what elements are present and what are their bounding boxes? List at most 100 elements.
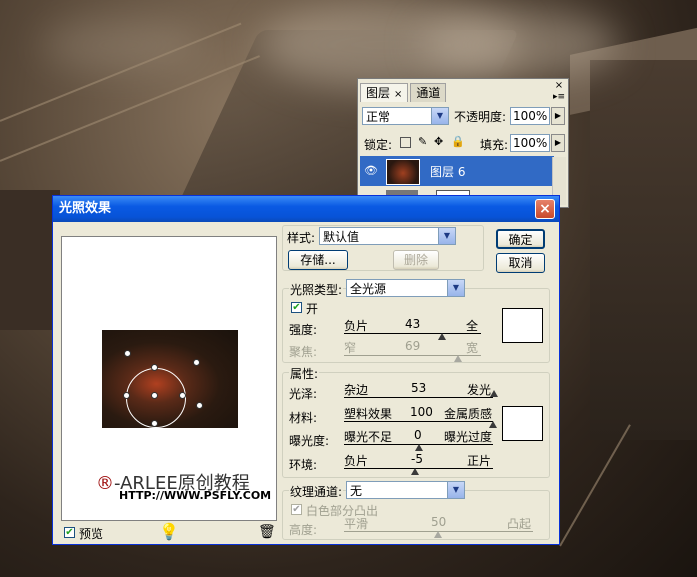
- lighting-effects-dialog: 光照效果 × ®-ARLEE原创教程 HTTP://WWW.PSFLY.COM …: [52, 195, 560, 545]
- light-direction-handle[interactable]: [124, 350, 131, 357]
- chevron-down-icon: ▼: [438, 228, 455, 244]
- gloss-min-label: 杂边: [344, 383, 369, 397]
- save-button[interactable]: 存储...: [288, 250, 348, 270]
- light-on-checkbox[interactable]: ✔: [291, 302, 302, 313]
- lock-transparent-icon[interactable]: [400, 137, 411, 148]
- chevron-down-icon: ▼: [431, 108, 448, 124]
- light-handle[interactable]: [179, 392, 186, 399]
- delete-button[interactable]: 删除: [393, 250, 439, 270]
- light-handle[interactable]: [193, 359, 200, 366]
- ambience-label: 环境:: [289, 458, 318, 472]
- light-handle[interactable]: [151, 364, 158, 371]
- intensity-min-label: 负片: [344, 319, 369, 333]
- height-label: 高度:: [289, 523, 318, 537]
- layer-row-selected[interactable]: 👁 图层 6: [360, 156, 554, 186]
- focus-slider-thumb[interactable]: [454, 355, 462, 362]
- light-type-select[interactable]: 全光源 ▼: [346, 279, 465, 297]
- panel-close-icon[interactable]: ×: [553, 80, 565, 92]
- gloss-slider-thumb[interactable]: [490, 390, 498, 397]
- material-max-label: 金属质感: [444, 407, 493, 421]
- preview-checkbox[interactable]: ✔: [64, 527, 75, 538]
- opacity-label: 不透明度:: [454, 110, 507, 124]
- intensity-max-label: 全: [466, 319, 479, 333]
- ambience-min-label: 负片: [344, 454, 369, 468]
- height-min-label: 平滑: [344, 517, 369, 531]
- exposure-max-label: 曝光过度: [444, 430, 493, 444]
- white-high-checkbox[interactable]: ✔: [291, 504, 302, 515]
- dialog-titlebar[interactable]: 光照效果 ×: [53, 196, 559, 222]
- light-handle[interactable]: [196, 402, 203, 409]
- registered-mark: ®: [96, 473, 114, 494]
- background-building-left: [0, 190, 60, 330]
- intensity-value: 43: [405, 317, 421, 331]
- background-building-right: [590, 60, 697, 440]
- dialog-title: 光照效果: [59, 201, 112, 216]
- opacity-input[interactable]: 100%: [510, 107, 550, 125]
- properties-label: 属性:: [289, 365, 320, 382]
- focus-max-label: 宽: [466, 341, 479, 355]
- cancel-button[interactable]: 取消: [496, 253, 545, 273]
- close-icon[interactable]: ×: [535, 199, 555, 219]
- light-center-handle[interactable]: [151, 392, 158, 399]
- intensity-label: 强度:: [289, 323, 318, 337]
- light-on-label: 开: [306, 302, 319, 316]
- lock-all-icon[interactable]: 🔒: [451, 136, 465, 147]
- ambience-slider-thumb[interactable]: [411, 468, 419, 475]
- material-slider-thumb[interactable]: [489, 421, 497, 428]
- height-value: 50: [431, 515, 447, 529]
- preview-label: 预览: [79, 527, 104, 541]
- intensity-slider[interactable]: [344, 333, 481, 334]
- blend-mode-select[interactable]: 正常 ▼: [362, 107, 449, 125]
- lock-brush-icon[interactable]: ✎: [418, 136, 429, 147]
- exposure-slider-thumb[interactable]: [415, 444, 423, 451]
- layers-panel: 图层 × 通道 × ▸≡ 正常 ▼ 不透明度: 100% ▶ 锁定: ✎ ✥ 🔒 填…: [357, 78, 569, 210]
- watermark-url: HTTP://WWW.PSFLY.COM: [119, 489, 272, 502]
- ambience-value: -5: [411, 452, 423, 466]
- tab-channels[interactable]: 通道: [410, 83, 447, 102]
- light-color-swatch[interactable]: [502, 308, 543, 343]
- material-min-label: 塑料效果: [344, 407, 393, 421]
- chevron-down-icon: ▼: [447, 482, 464, 498]
- lock-label: 锁定:: [364, 138, 393, 152]
- height-slider-thumb[interactable]: [434, 531, 442, 538]
- focus-value: 69: [405, 339, 421, 353]
- gloss-value: 53: [411, 381, 427, 395]
- intensity-slider-thumb[interactable]: [438, 333, 446, 340]
- gloss-label: 光泽:: [289, 387, 318, 401]
- material-label: 材料:: [289, 411, 318, 425]
- light-bulb-icon[interactable]: 💡: [159, 522, 179, 541]
- ambient-color-swatch[interactable]: [502, 406, 543, 441]
- style-select[interactable]: 默认值 ▼: [319, 227, 456, 245]
- eye-icon[interactable]: 👁: [364, 164, 378, 177]
- texture-channel-label: 纹理通道:: [289, 483, 344, 500]
- layer-thumbnail: [386, 159, 420, 185]
- focus-min-label: 窄: [344, 341, 357, 355]
- panel-menu-icon[interactable]: ▸≡: [553, 92, 565, 102]
- exposure-min-label: 曝光不足: [344, 430, 393, 444]
- fill-label: 填充:: [480, 138, 509, 152]
- exposure-value: 0: [414, 428, 422, 442]
- light-type-label: 光照类型:: [289, 281, 344, 298]
- fill-slider-button[interactable]: ▶: [551, 134, 565, 152]
- material-slider[interactable]: [344, 421, 493, 422]
- height-max-label: 凸起: [507, 517, 532, 531]
- style-label: 样式:: [287, 231, 316, 245]
- material-value: 100: [410, 405, 433, 419]
- layer-name: 图层 6: [430, 165, 466, 179]
- tab-close-icon[interactable]: ×: [394, 89, 402, 100]
- lock-move-icon[interactable]: ✥: [434, 136, 445, 147]
- chevron-down-icon: ▼: [447, 280, 464, 296]
- opacity-slider-button[interactable]: ▶: [551, 107, 565, 125]
- ok-button[interactable]: 确定: [496, 229, 545, 249]
- tab-layers[interactable]: 图层 ×: [360, 83, 409, 102]
- light-handle[interactable]: [151, 420, 158, 427]
- light-handle[interactable]: [123, 392, 130, 399]
- texture-channel-select[interactable]: 无 ▼: [346, 481, 465, 499]
- exposure-label: 曝光度:: [289, 434, 330, 448]
- preview-area[interactable]: ®-ARLEE原创教程 HTTP://WWW.PSFLY.COM: [61, 236, 277, 521]
- fill-input[interactable]: 100%: [510, 134, 550, 152]
- ambience-max-label: 正片: [467, 454, 492, 468]
- gloss-slider[interactable]: [344, 397, 493, 398]
- gloss-max-label: 发光: [467, 383, 492, 397]
- trash-icon[interactable]: 🗑: [258, 524, 276, 540]
